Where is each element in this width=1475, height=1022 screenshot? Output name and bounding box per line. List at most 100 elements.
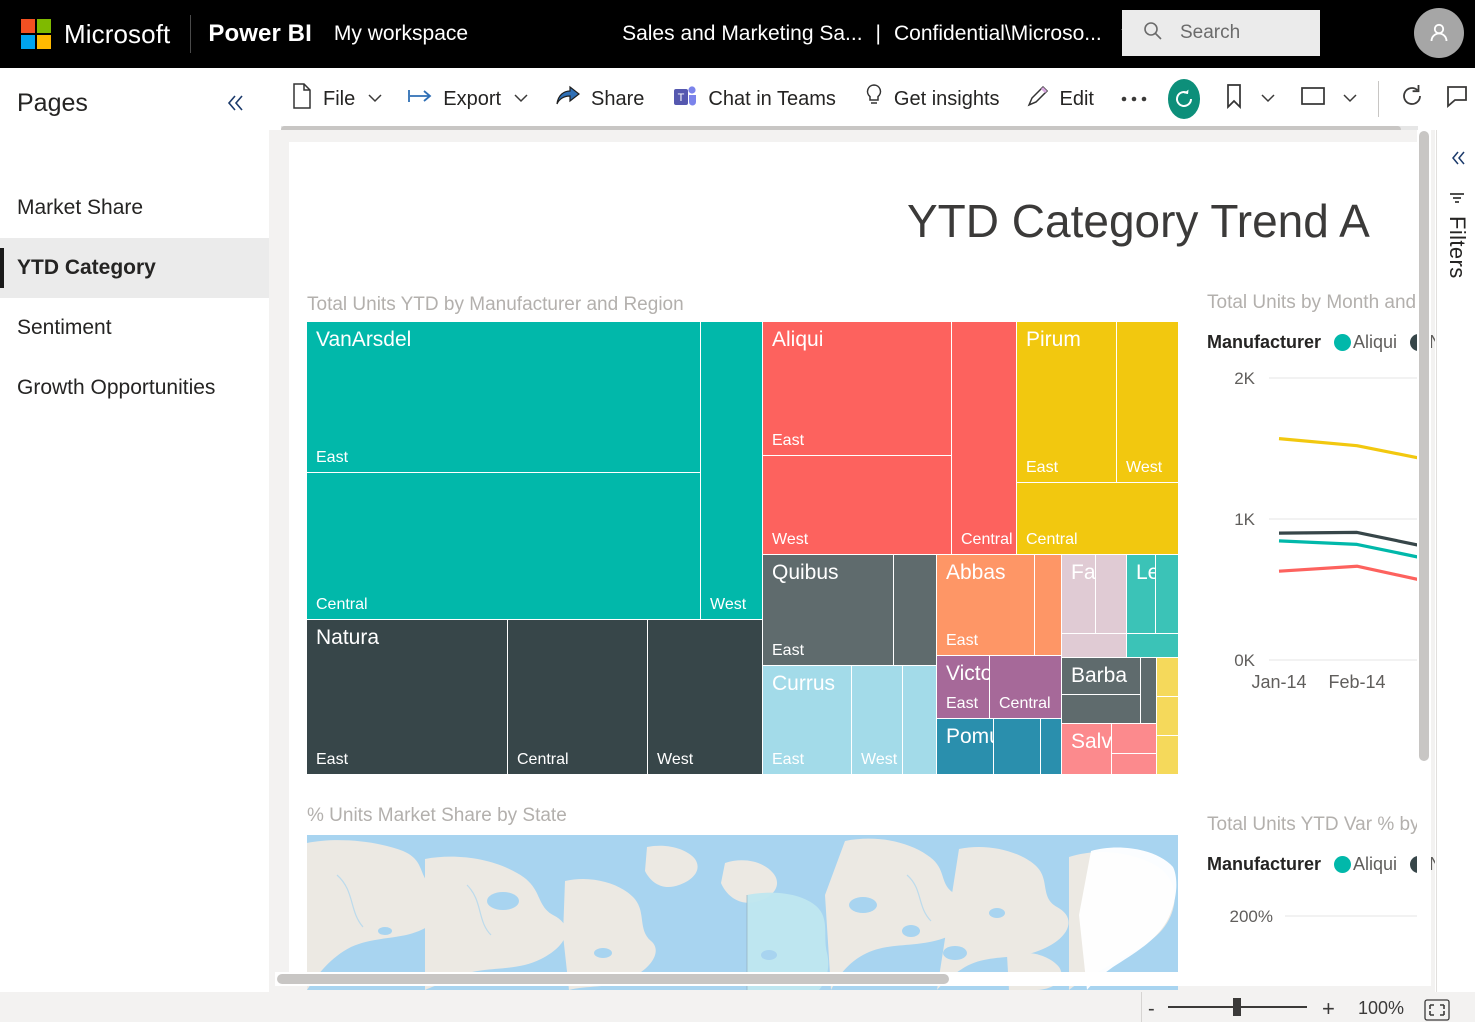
treemap-cell[interactable]: Fama bbox=[1062, 555, 1095, 633]
treemap-cell[interactable] bbox=[1112, 724, 1156, 753]
treemap-cell[interactable]: West bbox=[763, 456, 951, 554]
treemap-cell[interactable] bbox=[1141, 658, 1156, 723]
canvas-vertical-scrollbar[interactable] bbox=[1417, 130, 1431, 975]
refresh-button[interactable] bbox=[1393, 79, 1431, 119]
filters-label: Filters bbox=[1444, 216, 1470, 279]
zoom-out-button[interactable]: - bbox=[1148, 998, 1155, 1021]
top-app-bar: Microsoft Power BI My workspace Sales an… bbox=[0, 0, 1475, 68]
treemap-visual[interactable]: VanArsdelEastCentralWestNaturaEastCentra… bbox=[307, 322, 1178, 774]
treemap-cell[interactable] bbox=[1157, 658, 1178, 696]
treemap-cell[interactable] bbox=[894, 555, 936, 665]
zoom-in-button[interactable]: + bbox=[1322, 996, 1335, 1022]
get-insights-button[interactable]: Get insights bbox=[858, 79, 1006, 119]
chevron-down-icon[interactable] bbox=[367, 91, 383, 107]
filter-lines-icon[interactable] bbox=[1449, 190, 1466, 211]
ellipsis-icon[interactable]: ellipsis-icon bbox=[1348, 22, 1374, 40]
treemap-cell[interactable]: Pomum bbox=[937, 719, 993, 774]
line-chart-plot[interactable]: 0K1K2KJan-14Feb-14 bbox=[1207, 368, 1430, 728]
legend-group-label: Manufacturer bbox=[1207, 332, 1321, 353]
scroll-thumb[interactable] bbox=[277, 974, 949, 984]
file-menu-button[interactable]: File bbox=[285, 79, 389, 119]
line-chart-legend[interactable]: Manufacturer Aliqui N bbox=[1207, 332, 1435, 353]
treemap-cell[interactable]: Leo bbox=[1127, 555, 1155, 633]
powerbi-wordmark[interactable]: Power BI bbox=[208, 20, 312, 48]
workspace-link[interactable]: My workspace bbox=[334, 22, 468, 46]
treemap-region-label: East bbox=[946, 632, 978, 650]
treemap-cell[interactable]: Salvus bbox=[1062, 724, 1111, 774]
chevron-down-icon[interactable] bbox=[1342, 91, 1358, 107]
sidebar-item-market-share[interactable]: Market Share bbox=[0, 178, 269, 238]
treemap-manufacturer-label: Natura bbox=[316, 626, 379, 650]
treemap-cell[interactable] bbox=[903, 666, 936, 774]
chat-in-teams-button[interactable]: T Chat in Teams bbox=[666, 79, 841, 119]
search-box[interactable]: Search bbox=[1122, 10, 1320, 56]
bookmark-button[interactable] bbox=[1218, 79, 1282, 119]
export-menu-button[interactable]: Export bbox=[401, 79, 535, 119]
reset-refresh-icon[interactable] bbox=[1168, 79, 1200, 119]
treemap-cell[interactable] bbox=[1041, 719, 1061, 774]
line-series-pirum[interactable] bbox=[1279, 439, 1430, 462]
variance-chart-legend[interactable]: Manufacturer Aliqui N bbox=[1207, 854, 1435, 875]
refresh-icon bbox=[1399, 83, 1425, 115]
treemap-cell[interactable]: Central bbox=[508, 620, 647, 774]
sensitivity-label[interactable]: Confidential\Microso... bbox=[894, 22, 1102, 46]
sidebar-header: Pages bbox=[0, 68, 269, 138]
treemap-cell[interactable]: PirumEast bbox=[1017, 322, 1116, 482]
treemap-cell[interactable]: Central bbox=[1017, 483, 1178, 554]
variance-chart-plot[interactable]: 200% bbox=[1207, 892, 1430, 980]
sidebar-item-ytd-category[interactable]: YTD Category bbox=[0, 238, 269, 298]
treemap-cell[interactable]: Barba bbox=[1062, 658, 1140, 694]
chevron-down-icon[interactable] bbox=[1260, 91, 1276, 107]
treemap-cell[interactable]: VictoriaEast bbox=[937, 656, 989, 718]
double-chevron-left-icon[interactable] bbox=[1448, 148, 1468, 174]
treemap-cell[interactable] bbox=[1062, 634, 1126, 657]
sidebar-item-sentiment[interactable]: Sentiment bbox=[0, 298, 269, 358]
treemap-region-label: East bbox=[772, 751, 804, 769]
treemap-cell[interactable]: West bbox=[1117, 322, 1178, 482]
treemap-cell[interactable] bbox=[1157, 736, 1178, 774]
treemap-cell[interactable] bbox=[1035, 555, 1061, 655]
treemap-cell[interactable] bbox=[1127, 634, 1178, 657]
treemap-cell[interactable]: QuibusEast bbox=[763, 555, 893, 665]
treemap-cell[interactable] bbox=[1157, 697, 1178, 735]
treemap-cell[interactable]: Central bbox=[952, 322, 1016, 554]
map-visual[interactable] bbox=[307, 835, 1178, 990]
filters-pane[interactable]: Filters bbox=[1436, 130, 1475, 992]
treemap-cell[interactable]: AliquiEast bbox=[763, 322, 951, 455]
canvas-horizontal-scrollbar[interactable] bbox=[275, 972, 1431, 986]
treemap-cell[interactable] bbox=[1156, 555, 1178, 633]
report-page: YTD Category Trend A Total Units YTD by … bbox=[289, 142, 1430, 980]
fit-to-page-icon[interactable] bbox=[1424, 999, 1450, 1022]
treemap-cell[interactable]: NaturaEast bbox=[307, 620, 507, 774]
right-visual-column: Total Units by Month and Manufacturer Al… bbox=[1207, 142, 1430, 980]
treemap-cell[interactable]: West bbox=[852, 666, 902, 774]
treemap-cell[interactable]: Central bbox=[990, 656, 1061, 718]
comment-button[interactable] bbox=[1439, 79, 1475, 119]
treemap-cell[interactable]: AbbasEast bbox=[937, 555, 1034, 655]
toolbar-more-button[interactable] bbox=[1114, 79, 1154, 119]
double-chevron-left-icon[interactable] bbox=[224, 92, 246, 120]
chevron-down-icon[interactable] bbox=[513, 91, 529, 107]
treemap-cell[interactable] bbox=[994, 719, 1040, 774]
edit-button[interactable]: Edit bbox=[1020, 79, 1100, 119]
treemap-cell[interactable]: Central bbox=[307, 473, 700, 619]
treemap-cell[interactable] bbox=[1112, 754, 1156, 774]
line-series-natura[interactable] bbox=[1279, 566, 1430, 583]
treemap-group: AliquiEastWestCentral bbox=[763, 322, 1016, 554]
y-axis-tick-label: 0K bbox=[1234, 651, 1255, 670]
sidebar-item-growth-opportunities[interactable]: Growth Opportunities bbox=[0, 358, 269, 418]
share-button[interactable]: Share bbox=[549, 79, 650, 119]
view-button[interactable] bbox=[1294, 79, 1364, 119]
avatar[interactable] bbox=[1414, 8, 1464, 58]
treemap-cell[interactable] bbox=[1096, 555, 1126, 633]
treemap-cell[interactable]: West bbox=[701, 322, 762, 619]
treemap-cell[interactable]: West bbox=[648, 620, 762, 774]
sidebar-item-label: Growth Opportunities bbox=[17, 376, 215, 400]
treemap-cell[interactable]: VanArsdelEast bbox=[307, 322, 700, 472]
report-name[interactable]: Sales and Marketing Sa... bbox=[622, 22, 862, 46]
scroll-thumb[interactable] bbox=[1419, 131, 1429, 761]
treemap-cell[interactable]: CurrusEast bbox=[763, 666, 851, 774]
zoom-slider-thumb[interactable] bbox=[1233, 998, 1241, 1016]
treemap-manufacturer-label: VanArsdel bbox=[316, 328, 411, 352]
treemap-cell[interactable] bbox=[1062, 695, 1140, 723]
